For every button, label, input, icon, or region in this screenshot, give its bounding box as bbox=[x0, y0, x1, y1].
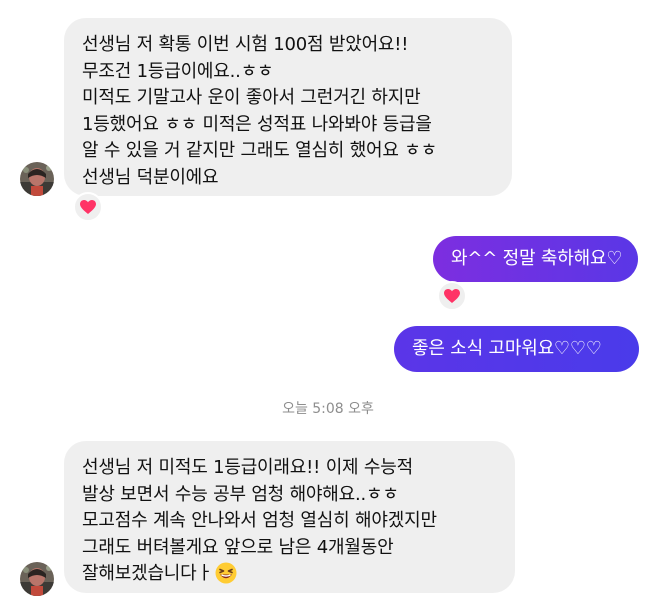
message-line: 선생님 덕분이에요 bbox=[82, 166, 219, 188]
avatar-image bbox=[20, 162, 54, 196]
incoming-message-bubble[interactable]: 선생님 저 확통 이번 시험 100점 받았어요!! 무조건 1등급이에요..ㅎ… bbox=[64, 18, 512, 196]
outgoing-message-bubble[interactable]: 와^^ 정말 축하해요♡ bbox=[433, 236, 638, 282]
reaction-badge[interactable] bbox=[73, 192, 103, 222]
chat-thread: 선생님 저 확통 이번 시험 100점 받았어요!! 무조건 1등급이에요..ㅎ… bbox=[0, 0, 656, 599]
incoming-message-bubble[interactable]: 선생님 저 미적도 1등급이래요!! 이제 수능적 발상 보면서 수능 공부 엄… bbox=[64, 441, 515, 593]
avatar[interactable] bbox=[20, 162, 54, 196]
heart-icon bbox=[444, 288, 460, 303]
message-line: 발상 보면서 수능 공부 엄청 해야해요..ㅎㅎ bbox=[82, 483, 399, 505]
avatar[interactable] bbox=[20, 562, 54, 596]
message-line-last: 잘해보겠습니다ㅏ bbox=[82, 561, 497, 593]
heart-icon bbox=[80, 199, 96, 214]
message-line: 1등했어요 ㅎㅎ 미적은 성적표 나와봐야 등급을 bbox=[82, 113, 432, 135]
message-line: 모고점수 계속 안나와서 엄청 열심히 해야겠지만 bbox=[82, 510, 437, 531]
message-line: 그래도 버텨볼게요 앞으로 남은 4개월동안 bbox=[82, 536, 394, 558]
reaction-badge[interactable] bbox=[437, 281, 467, 311]
message-text: 좋은 소식 고마워요♡♡♡ bbox=[412, 338, 602, 359]
message-line: 선생님 저 확통 이번 시험 100점 받았어요!! bbox=[82, 34, 409, 55]
message-line: 잘해보겠습니다ㅏ bbox=[82, 563, 213, 584]
avatar-image bbox=[20, 562, 54, 596]
message-line: 알 수 있을 거 같지만 그래도 열심히 했어요 ㅎㅎ bbox=[82, 140, 438, 161]
message-line: 선생님 저 미적도 1등급이래요!! 이제 수능적 bbox=[82, 457, 414, 478]
grinning-squinting-face-emoji-icon bbox=[215, 562, 237, 593]
outgoing-message-bubble[interactable]: 좋은 소식 고마워요♡♡♡ bbox=[394, 326, 639, 372]
timestamp-divider: 오늘 5:08 오후 bbox=[282, 401, 374, 417]
message-line: 무조건 1등급이에요..ㅎㅎ bbox=[82, 60, 274, 82]
message-line: 미적도 기말고사 운이 좋아서 그런거긴 하지만 bbox=[82, 87, 421, 108]
message-text: 와^^ 정말 축하해요♡ bbox=[451, 248, 623, 269]
